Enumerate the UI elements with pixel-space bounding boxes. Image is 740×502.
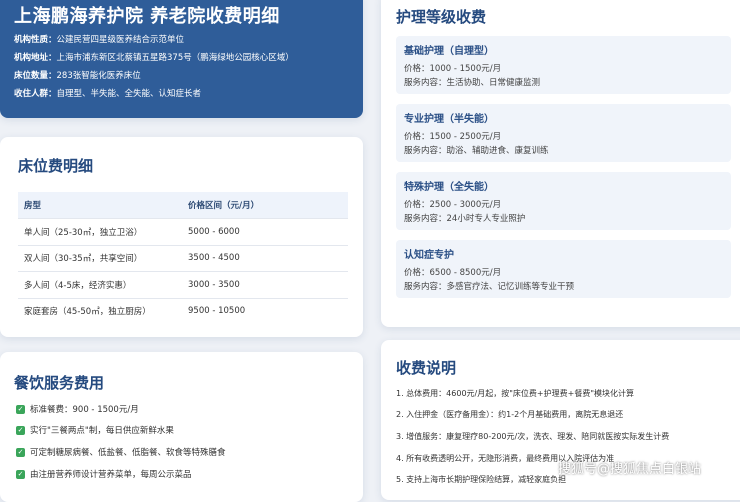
level-service: 服务内容：24小时专人专业照护 bbox=[404, 214, 526, 224]
level-price: 价格：1500 - 2500元/月 bbox=[404, 132, 502, 142]
meal-fee-card: 餐饮服务费用 ✓ 标准餐费：900 - 1500元/月 ✓ 实行"三餐两点"制，每日… bbox=[0, 352, 363, 502]
level-name: 特殊护理（全失能） bbox=[404, 182, 494, 193]
list-item: 3. 增值服务：康复理疗80-200元/次，洗衣、理发、陪同就医按实际发生计费 bbox=[396, 432, 670, 441]
cell-room-type: 多人间（4-5床，经济实惠） bbox=[24, 280, 132, 291]
check-icon: ✓ bbox=[16, 470, 25, 479]
nursing-level-dementia: 认知症专护 价格：6500 - 8500元/月 服务内容：多感官疗法、记忆训练等… bbox=[396, 240, 731, 298]
bed-section-title: 床位费明细 bbox=[18, 157, 94, 175]
col-price: 价格区间（元/月） bbox=[188, 201, 260, 211]
table-header: 房型 价格区间（元/月） bbox=[18, 192, 348, 219]
level-service: 服务内容：助浴、辅助进食、康复训练 bbox=[404, 146, 549, 156]
header-card: 上海鹏海养护院 养老院收费明细 机构性质：公建民营四星级医养结合示范单位 机构地… bbox=[0, 0, 363, 118]
list-item: ✓ 由注册营养师设计营养菜单，每周公示菜品 bbox=[16, 470, 192, 480]
watermark: 搜狐号@搜狐焦点白银站 bbox=[558, 462, 702, 477]
check-icon: ✓ bbox=[16, 426, 25, 435]
meal-section-title: 餐饮服务费用 bbox=[14, 374, 105, 392]
level-name: 认知症专护 bbox=[404, 250, 454, 261]
list-item: 1. 总体费用：4600元/月起，按"床位费+护理费+餐费"模块化计算 bbox=[396, 389, 634, 398]
level-service: 服务内容：多感官疗法、记忆训练等专业干预 bbox=[404, 282, 575, 292]
list-item: ✓ 实行"三餐两点"制，每日供应新鲜水果 bbox=[16, 426, 174, 436]
table-row: 单人间（25-30㎡，独立卫浴） 5000 - 6000 bbox=[18, 219, 348, 246]
info-residents: 收住人群：自理型、半失能、全失能、认知症长者 bbox=[14, 89, 202, 99]
level-name: 基础护理（自理型） bbox=[404, 46, 494, 57]
nursing-fee-card: 护理等级收费 基础护理（自理型） 价格：1000 - 1500元/月 服务内容：… bbox=[381, 0, 740, 327]
info-beds: 床位数量：283张智能化医养床位 bbox=[14, 71, 141, 81]
list-item: 2. 入住押金（医疗备用金）：约1-2个月基础费用，离院无息退还 bbox=[396, 410, 624, 419]
cell-price: 5000 - 6000 bbox=[188, 226, 240, 237]
nursing-level-professional: 专业护理（半失能） 价格：1500 - 2500元/月 服务内容：助浴、辅助进食… bbox=[396, 104, 731, 162]
check-icon: ✓ bbox=[16, 448, 25, 457]
cell-room-type: 双人间（30-35㎡，共享空间） bbox=[24, 254, 143, 265]
nursing-level-special: 特殊护理（全失能） 价格：2500 - 3000元/月 服务内容：24小时专人专… bbox=[396, 172, 731, 230]
cell-price: 9500 - 10500 bbox=[188, 306, 246, 317]
level-service: 服务内容：生活协助、日常健康监测 bbox=[404, 78, 541, 88]
cell-room-type: 单人间（25-30㎡，独立卫浴） bbox=[24, 227, 143, 238]
level-price: 价格：6500 - 8500元/月 bbox=[404, 268, 502, 278]
info-nature: 机构性质：公建民营四星级医养结合示范单位 bbox=[14, 35, 185, 45]
table-row: 双人间（30-35㎡，共享空间） 3500 - 4500 bbox=[18, 246, 348, 272]
level-price: 价格：1000 - 1500元/月 bbox=[404, 64, 502, 74]
bed-fee-table: 房型 价格区间（元/月） 单人间（25-30㎡，独立卫浴） 5000 - 600… bbox=[18, 192, 348, 324]
level-price: 价格：2500 - 3000元/月 bbox=[404, 200, 502, 210]
list-item: 5. 支持上海市长期护理保险结算，减轻家庭负担 bbox=[396, 475, 567, 484]
list-item: ✓ 标准餐费：900 - 1500元/月 bbox=[16, 405, 139, 415]
check-icon: ✓ bbox=[16, 405, 25, 414]
table-row: 多人间（4-5床，经济实惠） 3000 - 3500 bbox=[18, 272, 348, 299]
info-address: 机构地址：上海市浦东新区北蔡镇五星路375号（鹏海绿地公园核心区域） bbox=[14, 53, 294, 63]
fee-section-title: 收费说明 bbox=[396, 359, 457, 377]
nursing-level-basic: 基础护理（自理型） 价格：1000 - 1500元/月 服务内容：生活协助、日常… bbox=[396, 36, 731, 94]
col-room-type: 房型 bbox=[24, 201, 42, 211]
cell-price: 3000 - 3500 bbox=[188, 279, 240, 290]
level-name: 专业护理（半失能） bbox=[404, 114, 494, 125]
list-item: ✓ 可定制糖尿病餐、低盐餐、低脂餐、软食等特殊膳食 bbox=[16, 448, 226, 458]
nursing-section-title: 护理等级收费 bbox=[396, 8, 487, 26]
table-row: 家庭套房（45-50㎡，独立厨房） 9500 - 10500 bbox=[18, 299, 348, 325]
cell-price: 3500 - 4500 bbox=[188, 253, 240, 264]
cell-room-type: 家庭套房（45-50㎡，独立厨房） bbox=[24, 307, 151, 318]
page-title: 上海鹏海养护院 养老院收费明细 bbox=[14, 6, 280, 27]
bed-fee-card: 床位费明细 房型 价格区间（元/月） 单人间（25-30㎡，独立卫浴） 5000… bbox=[0, 137, 363, 337]
